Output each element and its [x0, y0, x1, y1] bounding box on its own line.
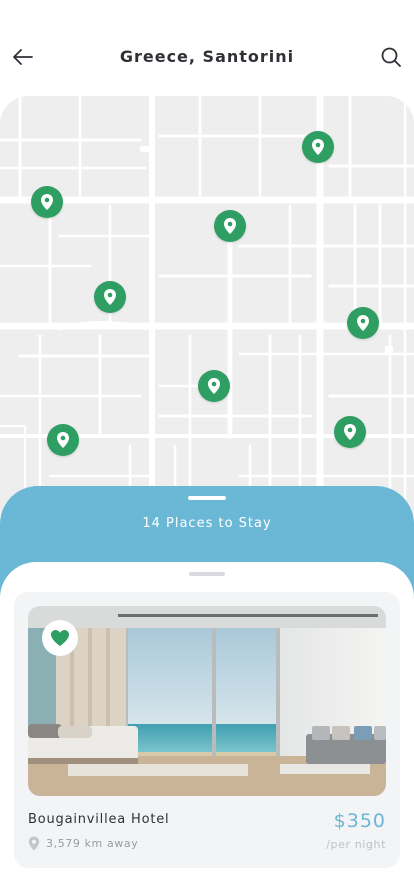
top-bar: Greece, Santorini	[0, 0, 414, 96]
search-icon	[381, 47, 401, 67]
app-screen: Greece, Santorini 14 Places to Stay Boug…	[0, 0, 414, 896]
drag-handle[interactable]	[189, 572, 225, 576]
hotel-price: $350	[333, 810, 386, 832]
places-count: 14 Places to Stay	[142, 516, 272, 531]
bedroom-image	[28, 606, 386, 796]
map-pin[interactable]	[302, 131, 334, 163]
map-pin[interactable]	[198, 370, 230, 402]
map-pin[interactable]	[347, 307, 379, 339]
map-pin-icon	[224, 218, 236, 234]
hotel-distance: 3,579 km away	[28, 836, 138, 851]
search-button[interactable]	[376, 42, 406, 72]
page-title: Greece, Santorini	[119, 47, 295, 66]
map-pin-icon	[357, 315, 369, 331]
map-pin-icon	[312, 139, 324, 155]
distance-label: 3,579 km away	[46, 837, 139, 850]
map-pin[interactable]	[47, 424, 79, 456]
price-unit: /per night	[326, 838, 386, 851]
map-pin-icon	[57, 432, 69, 448]
map-pin[interactable]	[94, 281, 126, 313]
hotel-name: Bougainvillea Hotel	[28, 812, 170, 827]
map-pin-icon	[104, 289, 116, 305]
map-pin-icon	[41, 194, 53, 210]
map-pin[interactable]	[31, 186, 63, 218]
location-pin-icon	[28, 836, 40, 851]
map-pin[interactable]	[214, 210, 246, 242]
hotel-photo[interactable]	[28, 606, 386, 796]
drag-handle[interactable]	[188, 496, 226, 500]
hotel-card[interactable]: Bougainvillea Hotel 3,579 km away $350 /…	[14, 592, 400, 868]
heart-icon	[51, 630, 69, 646]
map-pin-icon	[208, 378, 220, 394]
map-pin[interactable]	[334, 416, 366, 448]
map-view[interactable]	[0, 96, 414, 516]
map-pin-icon	[344, 424, 356, 440]
favorite-button[interactable]	[42, 620, 78, 656]
